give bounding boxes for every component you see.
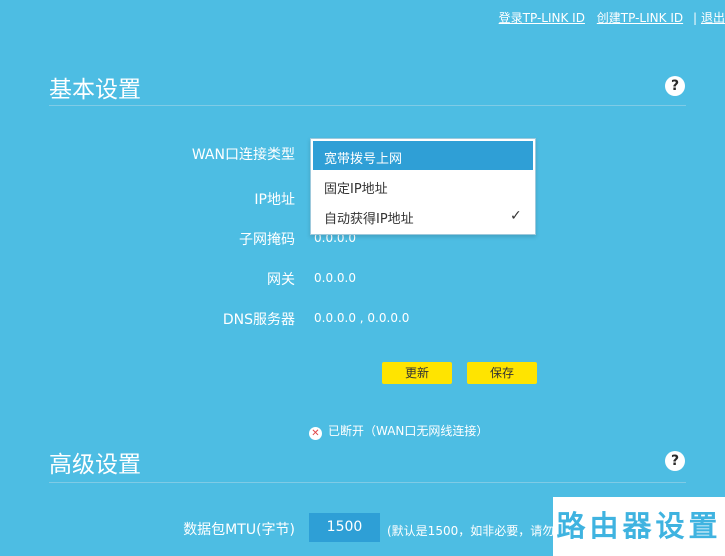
advanced-divider: [49, 482, 686, 483]
dns-label: DNS服务器: [222, 312, 295, 328]
basic-help-icon[interactable]: ?: [665, 76, 685, 96]
refresh-button[interactable]: 更新: [382, 362, 452, 384]
save-button[interactable]: 保存: [467, 362, 537, 384]
wan-option-dynamic-ip[interactable]: 自动获得IP地址 ✓: [313, 201, 533, 230]
advanced-settings-title: 高级设置: [49, 452, 141, 478]
logout-link[interactable]: 退出: [701, 11, 725, 25]
wan-option-label: 自动获得IP地址: [324, 212, 414, 227]
wan-status-text: 已断开（WAN口无网线连接）: [328, 424, 489, 438]
mtu-label: 数据包MTU(字节): [183, 522, 295, 538]
link-separator: |: [692, 11, 697, 25]
wan-option-label: 宽带拨号上网: [324, 152, 403, 167]
wan-type-label: WAN口连接类型: [191, 147, 295, 163]
disconnected-icon: ✕: [309, 427, 322, 440]
wan-option-label: 固定IP地址: [324, 182, 388, 197]
gateway-label: 网关: [267, 272, 295, 288]
create-tplink-id-link[interactable]: 创建TP-LINK ID: [597, 11, 683, 25]
basic-settings-title: 基本设置: [49, 77, 141, 103]
subnet-mask-label: 子网掩码: [239, 232, 295, 248]
basic-divider: [49, 105, 686, 106]
wan-option-pppoe[interactable]: 宽带拨号上网: [313, 141, 533, 170]
top-links: 登录TP-LINK ID 创建TP-LINK ID | 退出: [499, 9, 725, 26]
login-tplink-id-link[interactable]: 登录TP-LINK ID: [499, 11, 585, 25]
advanced-help-icon[interactable]: ?: [665, 451, 685, 471]
watermark-logo: 路由器设置: [553, 497, 725, 556]
mtu-input[interactable]: 1500: [309, 513, 380, 542]
gateway-value: 0.0.0.0: [314, 271, 356, 285]
wan-status: ✕ 已断开（WAN口无网线连接）: [309, 422, 488, 440]
wan-option-static-ip[interactable]: 固定IP地址: [313, 171, 533, 200]
checkmark-icon: ✓: [510, 208, 522, 224]
wan-type-dropdown[interactable]: 宽带拨号上网 固定IP地址 自动获得IP地址 ✓: [310, 138, 536, 235]
dns-value: 0.0.0.0 , 0.0.0.0: [314, 311, 410, 325]
ip-address-label: IP地址: [254, 192, 295, 208]
